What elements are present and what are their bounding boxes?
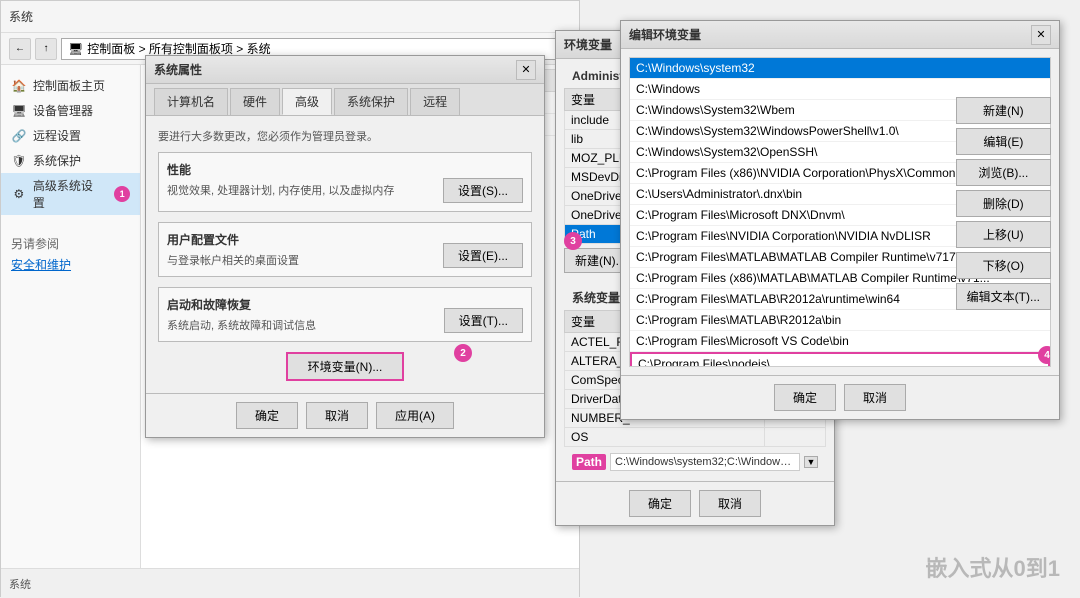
- badge-4: 4: [1038, 346, 1051, 364]
- sidebar-item-devices[interactable]: 🖥 设备管理器: [1, 98, 140, 123]
- envVars-ok-button[interactable]: 确定: [629, 490, 691, 517]
- envVars-footer: 确定 取消: [556, 481, 834, 525]
- tab-computer-name[interactable]: 计算机名: [154, 88, 228, 115]
- tab-hardware[interactable]: 硬件: [230, 88, 280, 115]
- statusbar-text: 系统: [9, 576, 31, 592]
- env-vars-button[interactable]: 环境变量(N)...: [286, 352, 405, 381]
- badge-3: 3: [564, 232, 582, 250]
- home-icon: 🏠: [11, 78, 27, 94]
- envVars-cancel-button[interactable]: 取消: [699, 490, 761, 517]
- up-button[interactable]: ↑: [35, 38, 57, 60]
- edit-env-list-item[interactable]: C:\Program Files\MATLAB\R2012a\bin: [630, 310, 1050, 331]
- editEnv-titlebar: 编辑环境变量 ✕: [621, 21, 1059, 49]
- edit-env-right-btn-2[interactable]: 浏览(B)...: [956, 159, 1051, 186]
- sys-var-row-os[interactable]: OS: [565, 428, 826, 447]
- sysProps-close-button[interactable]: ✕: [516, 60, 536, 80]
- editEnv-title: 编辑环境变量: [629, 26, 701, 43]
- sidebar-item-home[interactable]: 🏠 控制面板主页: [1, 73, 140, 98]
- envVars-title: 环境变量: [564, 36, 612, 53]
- explorer-titlebar: 系统: [1, 1, 579, 33]
- sysProps-section-startup: 启动和故障恢复 系统启动, 系统故障和调试信息 设置(T)...: [158, 287, 532, 342]
- editEnv-footer: 确定 取消: [621, 375, 1059, 419]
- editEnv-close-button[interactable]: ✕: [1031, 25, 1051, 45]
- sidebar-label-advanced: 高级系统设置: [33, 177, 104, 211]
- edit-env-list-item[interactable]: C:\Program Files\nodejs\4: [630, 352, 1050, 367]
- sidebar-section-see-also: 另请参阅 安全和维护: [1, 235, 140, 273]
- watermark-text: 嵌入式从0到1: [926, 551, 1060, 583]
- badge-1: 1: [114, 186, 130, 202]
- breadcrumb-icon: 🖥: [68, 42, 83, 56]
- dialog-system-properties: 系统属性 ✕ 计算机名 硬件 高级 系统保护 远程 要进行大多数更改，您必须作为…: [145, 55, 545, 438]
- tab-system-protection[interactable]: 系统保护: [334, 88, 408, 115]
- sysProps-body: 要进行大多数更改，您必须作为管理员登录。 性能 视觉效果, 处理器计划, 内存使…: [146, 116, 544, 393]
- sidebar-label-remote: 远程设置: [33, 127, 81, 144]
- sys-path-row: Path C:\Windows\system32;C:\Windows;C:\W…: [564, 451, 826, 473]
- startup-settings-button[interactable]: 设置(T)...: [444, 308, 523, 333]
- editEnv-content: C:\Windows\system32C:\WindowsC:\Windows\…: [621, 57, 1059, 367]
- sysProps-title: 系统属性: [154, 61, 202, 78]
- sys-path-dropdown[interactable]: ▼: [804, 456, 818, 468]
- sidebar-label-home: 控制面板主页: [33, 77, 105, 94]
- settings-icon: ⚙: [11, 186, 27, 202]
- sidebar-label-protection: 系统保护: [33, 152, 81, 169]
- device-icon: 🖥: [11, 103, 27, 119]
- sys-path-label: Path: [572, 454, 606, 470]
- sidebar-label-devices: 设备管理器: [33, 102, 93, 119]
- remote-icon: 🔗: [11, 128, 27, 144]
- sys-var-value-os: [764, 428, 825, 447]
- tab-remote[interactable]: 远程: [410, 88, 460, 115]
- sidebar-item-advanced[interactable]: ⚙ 高级系统设置 1: [1, 173, 140, 215]
- editEnv-right-buttons: 新建(N) 编辑(E) 浏览(B)... 删除(D) 上移(U) 下移(O) 编辑文本(T)…: [956, 97, 1051, 310]
- badge-2: 2: [454, 344, 472, 362]
- sys-path-value[interactable]: C:\Windows\system32;C:\Windows;C:\Window…: [610, 453, 800, 471]
- env-btn-container: 环境变量(N)... 2: [158, 352, 532, 381]
- edit-env-right-btn-4[interactable]: 上移(U): [956, 221, 1051, 248]
- security-link[interactable]: 安全和维护: [11, 256, 130, 273]
- sysProps-tabs: 计算机名 硬件 高级 系统保护 远程: [146, 84, 544, 116]
- sysProps-cancel-button[interactable]: 取消: [306, 402, 368, 429]
- edit-env-list-item[interactable]: C:\Windows\system32: [630, 58, 1050, 79]
- shield-icon: 🛡: [11, 153, 27, 169]
- sidebar-item-protection[interactable]: 🛡 系统保护: [1, 148, 140, 173]
- sysProps-warning: 要进行大多数更改，您必须作为管理员登录。: [158, 128, 532, 144]
- see-also-label: 另请参阅: [11, 235, 130, 252]
- sysProps-section-performance: 性能 视觉效果, 处理器计划, 内存使用, 以及虚拟内存 设置(S)...: [158, 152, 532, 212]
- statusbar: 系统: [1, 568, 579, 598]
- dialog-edit-env: 编辑环境变量 ✕ C:\Windows\system32C:\WindowsC:…: [620, 20, 1060, 420]
- edit-env-right-btn-1[interactable]: 编辑(E): [956, 128, 1051, 155]
- sidebar-item-remote[interactable]: 🔗 远程设置: [1, 123, 140, 148]
- editEnv-ok-button[interactable]: 确定: [774, 384, 836, 411]
- editEnv-cancel-button[interactable]: 取消: [844, 384, 906, 411]
- sysProps-ok-button[interactable]: 确定: [236, 402, 298, 429]
- sysProps-section-user-profile: 用户配置文件 与登录帐户相关的桌面设置 设置(E)...: [158, 222, 532, 277]
- perf-title: 性能: [167, 161, 523, 178]
- explorer-title: 系统: [9, 8, 33, 25]
- edit-env-right-btn-5[interactable]: 下移(O): [956, 252, 1051, 279]
- edit-env-right-btn-6[interactable]: 编辑文本(T)...: [956, 283, 1051, 310]
- perf-settings-button[interactable]: 设置(S)...: [443, 178, 523, 203]
- sysProps-apply-button[interactable]: 应用(A): [376, 402, 454, 429]
- tab-advanced[interactable]: 高级: [282, 88, 332, 115]
- back-button[interactable]: ←: [9, 38, 31, 60]
- profile-settings-button[interactable]: 设置(E)...: [443, 243, 523, 268]
- sys-var-name-os: OS: [565, 428, 765, 447]
- sidebar: 🏠 控制面板主页 🖥 设备管理器 🔗 远程设置 🛡 系统保护 ⚙ 高级系统设置 …: [1, 65, 141, 568]
- edit-env-list-item[interactable]: C:\Program Files\Microsoft VS Code\bin: [630, 331, 1050, 352]
- edit-env-right-btn-3[interactable]: 删除(D): [956, 190, 1051, 217]
- sysProps-titlebar: 系统属性 ✕: [146, 56, 544, 84]
- sysProps-footer: 确定 取消 应用(A): [146, 393, 544, 437]
- edit-env-right-btn-0[interactable]: 新建(N): [956, 97, 1051, 124]
